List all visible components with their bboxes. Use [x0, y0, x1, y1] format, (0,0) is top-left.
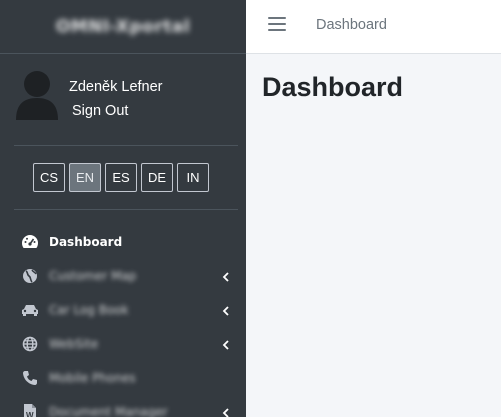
phone-icon: [21, 369, 39, 387]
sidebar-item-mobile-phones[interactable]: Mobile Phones: [0, 361, 246, 395]
language-switcher: CS EN ES DE IN: [33, 163, 209, 192]
divider: [14, 209, 238, 210]
sidebar-item-label: Car Log Book: [49, 303, 129, 317]
sidebar-item-dashboard[interactable]: Dashboard: [0, 225, 246, 259]
hamburger-menu-icon[interactable]: [268, 17, 286, 35]
sidebar-item-label: WebSite: [49, 337, 99, 351]
globe-icon: [21, 267, 39, 285]
page-title: Dashboard: [262, 72, 404, 102]
lang-button-in[interactable]: IN: [177, 163, 209, 192]
word-document-icon: W: [21, 403, 39, 417]
user-avatar-icon: [16, 71, 58, 120]
sidebar-item-label: Document Manager: [49, 405, 168, 417]
sidebar-nav: Dashboard Customer Map Car Log Book WebSite…: [0, 225, 246, 417]
breadcrumb-dashboard[interactable]: Dashboard: [316, 17, 387, 33]
chevron-left-icon[interactable]: [220, 405, 232, 417]
brand-name: OMNI-Xportal: [55, 16, 191, 37]
sidebar-item-website[interactable]: WebSite: [0, 327, 246, 361]
divider: [14, 145, 238, 146]
sidebar: OMNI-Xportal Zdeněk Lefner Sign Out CS EN…: [0, 0, 246, 417]
lang-button-de[interactable]: DE: [141, 163, 173, 192]
sidebar-item-customer-map[interactable]: Customer Map: [0, 259, 246, 293]
sidebar-item-label: Dashboard: [49, 235, 123, 249]
sign-out-link[interactable]: Sign Out: [72, 103, 128, 119]
chevron-left-icon[interactable]: [220, 337, 232, 351]
lang-button-cs[interactable]: CS: [33, 163, 65, 192]
chevron-left-icon[interactable]: [220, 269, 232, 283]
sidebar-item-car-log-book[interactable]: Car Log Book: [0, 293, 246, 327]
lang-button-es[interactable]: ES: [105, 163, 137, 192]
lang-button-en[interactable]: EN: [69, 163, 101, 192]
user-name[interactable]: Zdeněk Lefner: [69, 79, 163, 95]
tachometer-icon: [21, 233, 39, 251]
chevron-left-icon[interactable]: [220, 303, 232, 317]
sidebar-item-label: Customer Map: [49, 269, 137, 283]
car-icon: [21, 301, 39, 319]
top-navbar: Dashboard: [246, 0, 501, 54]
svg-text:W: W: [26, 411, 34, 417]
sidebar-item-label: Mobile Phones: [49, 371, 136, 385]
brand-link[interactable]: OMNI-Xportal: [0, 0, 246, 54]
sidebar-item-document-manager[interactable]: W Document Manager: [0, 395, 246, 417]
world-icon: [21, 335, 39, 353]
user-panel: Zdeněk Lefner Sign Out: [14, 70, 234, 122]
